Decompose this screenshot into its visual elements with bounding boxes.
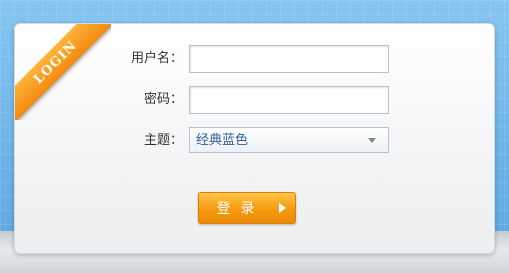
login-panel: LOGIN 用户名： 密码： 主题： 经典蓝色 登录 <box>14 23 495 254</box>
username-input[interactable] <box>189 45 389 73</box>
login-button-label: 登录 <box>216 201 265 217</box>
play-icon <box>278 203 286 213</box>
theme-select[interactable]: 经典蓝色 <box>189 127 389 153</box>
username-label: 用户名： <box>130 51 183 66</box>
login-button[interactable]: 登录 <box>198 192 296 224</box>
password-label: 密码： <box>143 92 183 107</box>
theme-select-value: 经典蓝色 <box>196 133 249 148</box>
theme-label: 主题： <box>143 133 183 148</box>
password-input[interactable] <box>189 86 389 114</box>
login-ribbon: LOGIN <box>15 24 111 120</box>
login-ribbon-clip: LOGIN <box>15 24 111 120</box>
chevron-down-icon <box>368 138 376 143</box>
